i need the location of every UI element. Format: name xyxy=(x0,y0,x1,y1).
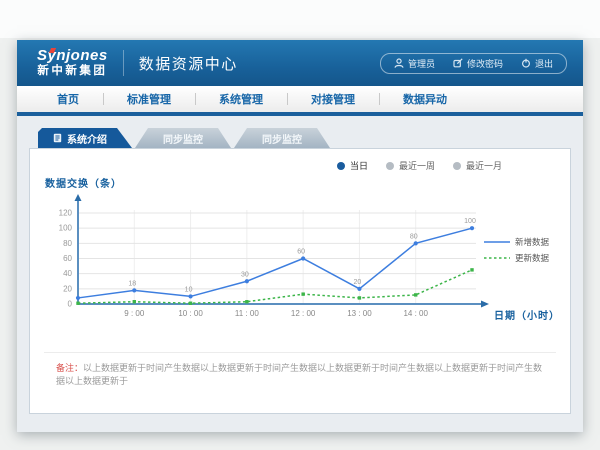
y-axis-title: 数据交换（条） xyxy=(45,175,570,190)
view-option-radio[interactable]: 最近一周 xyxy=(386,159,435,172)
radio-dot xyxy=(453,162,461,170)
tab-label: 同步监控 xyxy=(163,131,203,146)
nav-item[interactable]: 首页 xyxy=(33,91,103,107)
svg-text:10 : 00: 10 : 00 xyxy=(178,309,203,318)
svg-text:80: 80 xyxy=(410,233,418,240)
logout-button[interactable]: 退出 xyxy=(512,57,562,70)
header-divider xyxy=(123,50,124,76)
nav-item[interactable]: 标准管理 xyxy=(103,91,195,107)
app-header: Synjones 新中新集团 数据资源中心 管理员 修改密码 xyxy=(17,40,583,86)
nav-item[interactable]: 数据异动 xyxy=(379,91,471,107)
tab-label: 系统介绍 xyxy=(67,131,107,146)
svg-text:12 : 00: 12 : 00 xyxy=(291,309,316,318)
brand-logo-en: Synjones xyxy=(37,48,108,65)
svg-text:更新数据: 更新数据 xyxy=(515,253,550,263)
brand-logo: Synjones 新中新集团 xyxy=(37,48,108,77)
svg-text:60: 60 xyxy=(63,254,72,263)
nav-item[interactable]: 对接管理 xyxy=(287,91,379,107)
exchange-line-chart: 0 20 40 60 80 100 120 9 : 00 10 : 00 11 : 00 12 : … xyxy=(32,192,577,342)
tab-active[interactable]: 系统介绍 xyxy=(38,128,132,148)
radio-label: 最近一月 xyxy=(466,159,502,172)
page-title: 数据资源中心 xyxy=(139,53,238,74)
svg-text:20: 20 xyxy=(354,279,362,286)
tab[interactable]: 同步监控 xyxy=(135,128,231,148)
footnote-prefix: 备注： xyxy=(56,363,83,373)
svg-text:新增数据: 新增数据 xyxy=(515,237,550,247)
content-area: 系统介绍 同步监控 同步监控 当日 最近一周 最近一月 数据交换（条） 0 20 40 60 8… xyxy=(17,116,583,432)
svg-text:18: 18 xyxy=(128,280,136,287)
svg-text:60: 60 xyxy=(297,249,305,256)
brand-logo-cn: 新中新集团 xyxy=(37,65,108,78)
header-actions: 管理员 修改密码 退出 xyxy=(380,53,567,74)
svg-text:40: 40 xyxy=(63,269,72,278)
radio-label: 最近一周 xyxy=(399,159,435,172)
svg-text:30: 30 xyxy=(241,271,249,278)
tab-label: 同步监控 xyxy=(262,131,302,146)
change-password-label: 修改密码 xyxy=(467,57,503,70)
svg-text:10: 10 xyxy=(185,286,193,293)
user-button-label: 管理员 xyxy=(408,57,435,70)
svg-text:100: 100 xyxy=(59,224,73,233)
radio-dot xyxy=(386,162,394,170)
change-password-button[interactable]: 修改密码 xyxy=(444,57,512,70)
svg-text:13 : 00: 13 : 00 xyxy=(347,309,372,318)
svg-text:日期（小时）: 日期（小时） xyxy=(494,309,560,322)
footnote: 备注：以上数据更新于时间产生数据以上数据更新于时间产生数据以上数据更新于时间产生… xyxy=(44,352,556,388)
logout-label: 退出 xyxy=(535,57,553,70)
user-icon xyxy=(394,58,404,68)
radio-label: 当日 xyxy=(350,159,368,172)
view-option-radio[interactable]: 当日 xyxy=(337,159,368,172)
document-icon xyxy=(53,133,62,143)
footnote-text: 以上数据更新于时间产生数据以上数据更新于时间产生数据以上数据更新于时间产生数据以… xyxy=(56,363,542,386)
svg-text:9 : 00: 9 : 00 xyxy=(124,309,145,318)
view-option-group: 当日 最近一周 最近一月 xyxy=(337,159,502,172)
radio-dot xyxy=(337,162,345,170)
tab-bar: 系统介绍 同步监控 同步监控 xyxy=(38,128,571,148)
nav-item[interactable]: 系统管理 xyxy=(195,91,287,107)
user-button[interactable]: 管理员 xyxy=(385,57,444,70)
tab[interactable]: 同步监控 xyxy=(234,128,330,148)
svg-text:100: 100 xyxy=(464,218,476,225)
power-icon xyxy=(521,58,531,68)
chart-panel: 当日 最近一周 最近一月 数据交换（条） 0 20 40 60 80 100 120 9 : 00… xyxy=(29,148,571,414)
app-window: Synjones 新中新集团 数据资源中心 管理员 修改密码 xyxy=(17,40,583,432)
edit-icon xyxy=(453,58,463,68)
svg-text:120: 120 xyxy=(59,209,73,218)
view-option-radio[interactable]: 最近一月 xyxy=(453,159,502,172)
svg-text:20: 20 xyxy=(63,284,72,293)
page-top-strip xyxy=(0,0,600,38)
svg-text:0: 0 xyxy=(68,300,73,309)
svg-text:14 : 00: 14 : 00 xyxy=(403,309,428,318)
svg-text:11 : 00: 11 : 00 xyxy=(235,309,259,318)
main-nav: 首页标准管理系统管理对接管理数据异动 xyxy=(17,86,583,116)
svg-text:80: 80 xyxy=(63,239,72,248)
